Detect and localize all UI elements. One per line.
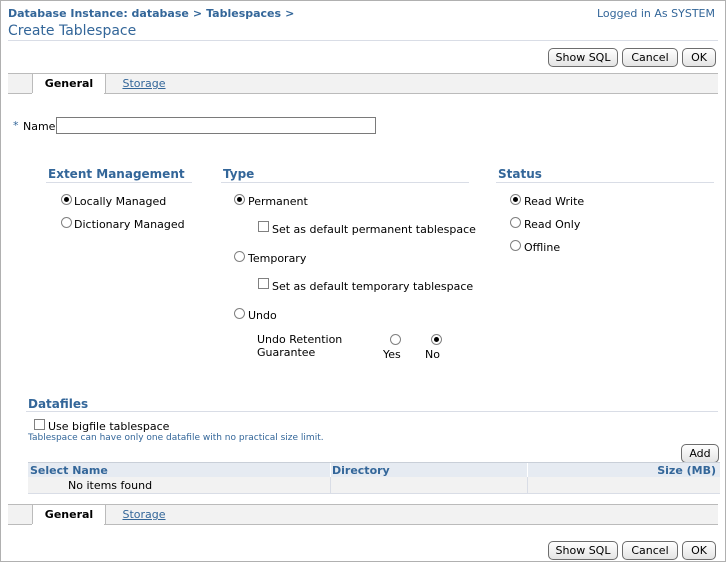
column-divider	[330, 477, 331, 493]
breadcrumb-tablespaces-link[interactable]: Tablespaces	[206, 7, 281, 20]
show-sql-button-bottom[interactable]: Show SQL	[548, 541, 618, 560]
tab-divider	[104, 524, 718, 525]
default-temporary-checkbox[interactable]	[258, 278, 269, 289]
title-divider	[8, 40, 718, 41]
cancel-button[interactable]: Cancel	[622, 48, 678, 67]
undo-retention-yes-label: Yes	[383, 348, 401, 361]
tab-general[interactable]: General	[32, 74, 106, 93]
bigfile-label: Use bigfile tablespace	[48, 420, 170, 433]
section-divider	[26, 411, 718, 412]
show-sql-button[interactable]: Show SQL	[548, 48, 618, 67]
section-divider	[496, 182, 714, 183]
section-divider	[221, 182, 469, 183]
undo-retention-yes-radio[interactable]	[390, 334, 401, 345]
tab-bar: General Storage	[8, 73, 718, 94]
offline-radio[interactable]	[510, 240, 521, 251]
section-divider	[46, 182, 192, 183]
read-only-radio[interactable]	[510, 217, 521, 228]
tab-divider	[8, 524, 32, 525]
undo-retention-no-radio[interactable]	[431, 334, 442, 345]
ok-button[interactable]: OK	[682, 48, 716, 67]
type-heading: Type	[223, 167, 255, 181]
undo-retention-no-label: No	[425, 348, 440, 361]
status-heading: Status	[498, 167, 542, 181]
tab-storage-bottom[interactable]: Storage	[116, 505, 172, 524]
empty-message: No items found	[68, 479, 153, 492]
column-header-size[interactable]: Size (MB)	[657, 464, 716, 477]
tab-divider	[8, 93, 32, 94]
tab-storage[interactable]: Storage	[116, 74, 172, 93]
tab-divider	[104, 93, 718, 94]
offline-label: Offline	[524, 241, 561, 254]
breadcrumb-separator: >	[285, 7, 295, 20]
undo-retention-label: Undo Retention	[257, 333, 343, 346]
default-permanent-checkbox[interactable]	[258, 221, 269, 232]
logged-in-status: Logged in As SYSTEM	[597, 7, 715, 20]
required-marker: *	[13, 119, 19, 132]
extent-management-heading: Extent Management	[48, 167, 185, 181]
tab-bar-bottom: General Storage	[8, 504, 718, 525]
locally-managed-label: Locally Managed	[74, 195, 167, 208]
cancel-button-bottom[interactable]: Cancel	[622, 541, 678, 560]
column-divider	[527, 477, 528, 493]
permanent-label: Permanent	[248, 195, 308, 208]
bigfile-checkbox[interactable]	[34, 419, 45, 430]
column-header-directory[interactable]: Directory	[332, 464, 390, 477]
dictionary-managed-radio[interactable]	[61, 217, 72, 228]
undo-radio[interactable]	[234, 308, 245, 319]
name-label: Name	[23, 120, 56, 133]
read-write-label: Read Write	[524, 195, 585, 208]
table-header-row: Select Name Directory Size (MB)	[28, 462, 720, 477]
datafiles-heading: Datafiles	[28, 397, 89, 411]
column-header-select-name[interactable]: Select Name	[30, 464, 108, 477]
locally-managed-radio[interactable]	[61, 194, 72, 205]
ok-button-bottom[interactable]: OK	[682, 541, 716, 560]
default-temporary-label: Set as default temporary tablespace	[272, 280, 474, 293]
column-divider	[330, 463, 331, 477]
read-write-radio[interactable]	[510, 194, 521, 205]
table-row: No items found	[28, 477, 720, 494]
breadcrumb: Database Instance: database > Tablespaces >	[8, 7, 298, 20]
bigfile-hint: Tablespace can have only one datafile wi…	[28, 433, 324, 443]
default-permanent-label: Set as default permanent tablespace	[272, 223, 476, 236]
permanent-radio[interactable]	[234, 194, 245, 205]
undo-retention-label-line2: Guarantee	[257, 346, 316, 359]
dictionary-managed-label: Dictionary Managed	[74, 218, 185, 231]
temporary-radio[interactable]	[234, 251, 245, 262]
datafiles-table: Select Name Directory Size (MB) No items…	[28, 462, 720, 494]
breadcrumb-separator: >	[192, 7, 203, 20]
tab-general-bottom[interactable]: General	[32, 505, 106, 524]
read-only-label: Read Only	[524, 218, 581, 231]
undo-label: Undo	[248, 309, 277, 322]
add-datafile-button[interactable]: Add	[681, 444, 719, 463]
page-title: Create Tablespace	[8, 23, 137, 39]
column-divider	[527, 463, 528, 477]
breadcrumb-database-instance-link[interactable]: Database Instance: database	[8, 7, 189, 20]
name-input[interactable]	[56, 117, 376, 134]
temporary-label: Temporary	[248, 252, 307, 265]
